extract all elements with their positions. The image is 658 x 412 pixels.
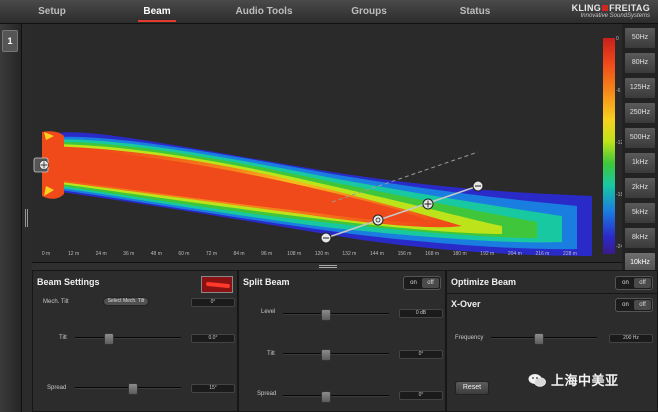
left-strip: 1: [0, 24, 22, 412]
x-tick-label: 72 m: [205, 251, 218, 257]
xover-title: X-Over: [451, 299, 481, 309]
brand-logo: KLING FREITAG Innovative SoundSystems: [571, 3, 650, 19]
frequency-slider-thumb[interactable]: [534, 333, 544, 345]
split-tilt-slider-thumb[interactable]: [321, 349, 331, 361]
page-1-button[interactable]: 1: [2, 30, 18, 52]
spread-value[interactable]: 15°: [191, 384, 235, 393]
x-tick-label: 216 m: [535, 251, 550, 257]
xover-off[interactable]: off: [634, 300, 651, 310]
x-tick-label: 12 m: [68, 251, 80, 257]
audience-end-handle-icon[interactable]: [472, 180, 484, 192]
horizontal-splitter-handle[interactable]: [32, 262, 622, 270]
freq-button-2khz[interactable]: 2kHz: [624, 177, 656, 199]
level-label: Level: [261, 309, 276, 315]
split-beam-off[interactable]: off: [422, 278, 439, 288]
tilt-slider-thumb[interactable]: [104, 333, 114, 345]
frequency-label: Frequency: [455, 335, 484, 341]
level-value[interactable]: 0 dB: [399, 309, 443, 318]
spread-slider-thumb[interactable]: [128, 383, 138, 395]
freq-button-8khz[interactable]: 8kHz: [624, 227, 656, 249]
x-tick-label: 204 m: [507, 251, 522, 257]
panel-divider: [447, 293, 657, 294]
mech-tilt-label: Mech. Tilt: [43, 299, 69, 305]
split-spread-label: Spread: [257, 391, 277, 397]
optimize-beam-title: Optimize Beam: [451, 277, 517, 287]
tab-setup[interactable]: Setup: [22, 0, 82, 24]
split-beam-on[interactable]: on: [405, 278, 422, 288]
split-beam-title: Split Beam: [243, 277, 290, 287]
x-tick-label: 48 m: [150, 251, 162, 257]
xover-on[interactable]: on: [617, 300, 634, 310]
freq-button-125hz[interactable]: 125Hz: [624, 77, 656, 99]
freq-button-250hz[interactable]: 250Hz: [624, 102, 656, 124]
x-tick-label: 0 m: [41, 251, 51, 257]
color-scale: 0 -6 -12 -18 -24: [598, 24, 623, 262]
frequency-selector: 50Hz 80Hz 125Hz 250Hz 500Hz 1kHz 2kHz 5k…: [622, 24, 658, 274]
x-tick-label: 228 m: [563, 251, 577, 257]
freq-button-80hz[interactable]: 80Hz: [624, 52, 656, 74]
x-tick-label: 120 m: [314, 251, 329, 257]
x-tick-label: 36 m: [123, 251, 135, 257]
split-beam-panel: Split Beam on off Level 0 dB Tilt 0° Spr…: [238, 270, 446, 412]
x-tick-label: 156 m: [397, 251, 412, 257]
scale-label: 0: [616, 36, 619, 42]
audience-start-handle-icon[interactable]: [320, 232, 332, 244]
split-spread-value[interactable]: 0°: [399, 391, 443, 400]
x-tick-label: 24 m: [95, 251, 107, 257]
x-tick-label: 108 m: [287, 251, 302, 257]
x-tick-label: 192 m: [480, 251, 495, 257]
vertical-splitter-handle[interactable]: [22, 24, 32, 412]
freq-button-1khz[interactable]: 1kHz: [624, 152, 656, 174]
top-nav: Setup Beam Audio Tools Groups Status KLI…: [0, 0, 658, 24]
frequency-value[interactable]: 200 Hz: [609, 334, 653, 343]
watermark: 上海中美亚: [528, 370, 619, 389]
x-tick-label: 60 m: [178, 251, 190, 257]
audience-mid-handle-icon[interactable]: [422, 198, 434, 210]
beam-plot: 0 m 12 m 24 m 36 m 48 m 60 m 72 m 84 m 96 m 108 m…: [32, 24, 598, 262]
frequency-slider[interactable]: [491, 333, 597, 345]
beam-settings-title: Beam Settings: [37, 277, 100, 287]
reset-button[interactable]: Reset: [455, 381, 489, 395]
tilt-slider[interactable]: [75, 333, 181, 345]
x-tick-label: 168 m: [425, 251, 440, 257]
mech-tilt-dropdown[interactable]: Select Mech. Tilt: [103, 297, 149, 306]
tilt-value[interactable]: 0.0°: [191, 334, 235, 343]
scale-gradient-bar: [603, 38, 615, 254]
optimize-xover-panel: Optimize Beam on off X-Over on off Frequ…: [446, 270, 658, 412]
optimize-beam-on[interactable]: on: [617, 278, 634, 288]
split-tilt-label: Tilt: [267, 351, 275, 357]
optimize-beam-off[interactable]: off: [634, 278, 651, 288]
speaker-handle-icon[interactable]: [39, 160, 49, 170]
spread-label: Spread: [47, 385, 67, 391]
target-point-icon[interactable]: [372, 214, 384, 226]
freq-button-500hz[interactable]: 500Hz: [624, 127, 656, 149]
tilt-label: Tilt: [59, 335, 67, 341]
freq-button-5khz[interactable]: 5kHz: [624, 202, 656, 224]
scale-label: -6: [616, 88, 621, 94]
x-tick-label: 84 m: [233, 251, 245, 257]
tab-beam[interactable]: Beam: [126, 0, 188, 24]
split-beam-toggle[interactable]: on off: [403, 276, 441, 290]
freq-button-50hz[interactable]: 50Hz: [624, 27, 656, 49]
split-tilt-slider[interactable]: [283, 349, 389, 361]
split-tilt-value[interactable]: 0°: [399, 350, 443, 359]
x-tick-label: 96 m: [261, 251, 273, 257]
spread-slider[interactable]: [75, 383, 181, 395]
tab-groups[interactable]: Groups: [338, 0, 400, 24]
mech-tilt-value[interactable]: 0°: [191, 298, 235, 307]
beam-preview-thumbnail[interactable]: [201, 276, 233, 293]
chat-bubbles-icon: [528, 373, 546, 387]
tab-audio-tools[interactable]: Audio Tools: [222, 0, 306, 24]
x-tick-label: 132 m: [342, 251, 357, 257]
optimize-beam-toggle[interactable]: on off: [615, 276, 653, 290]
split-spread-slider-thumb[interactable]: [321, 391, 331, 403]
level-slider[interactable]: [283, 309, 389, 321]
split-spread-slider[interactable]: [283, 391, 389, 403]
x-tick-label: 144 m: [369, 251, 384, 257]
x-tick-label: 180 m: [452, 251, 467, 257]
xover-toggle[interactable]: on off: [615, 298, 653, 312]
tab-status[interactable]: Status: [444, 0, 506, 24]
beam-settings-panel: Beam Settings Mech. Tilt Select Mech. Ti…: [32, 270, 238, 412]
level-slider-thumb[interactable]: [321, 309, 331, 321]
